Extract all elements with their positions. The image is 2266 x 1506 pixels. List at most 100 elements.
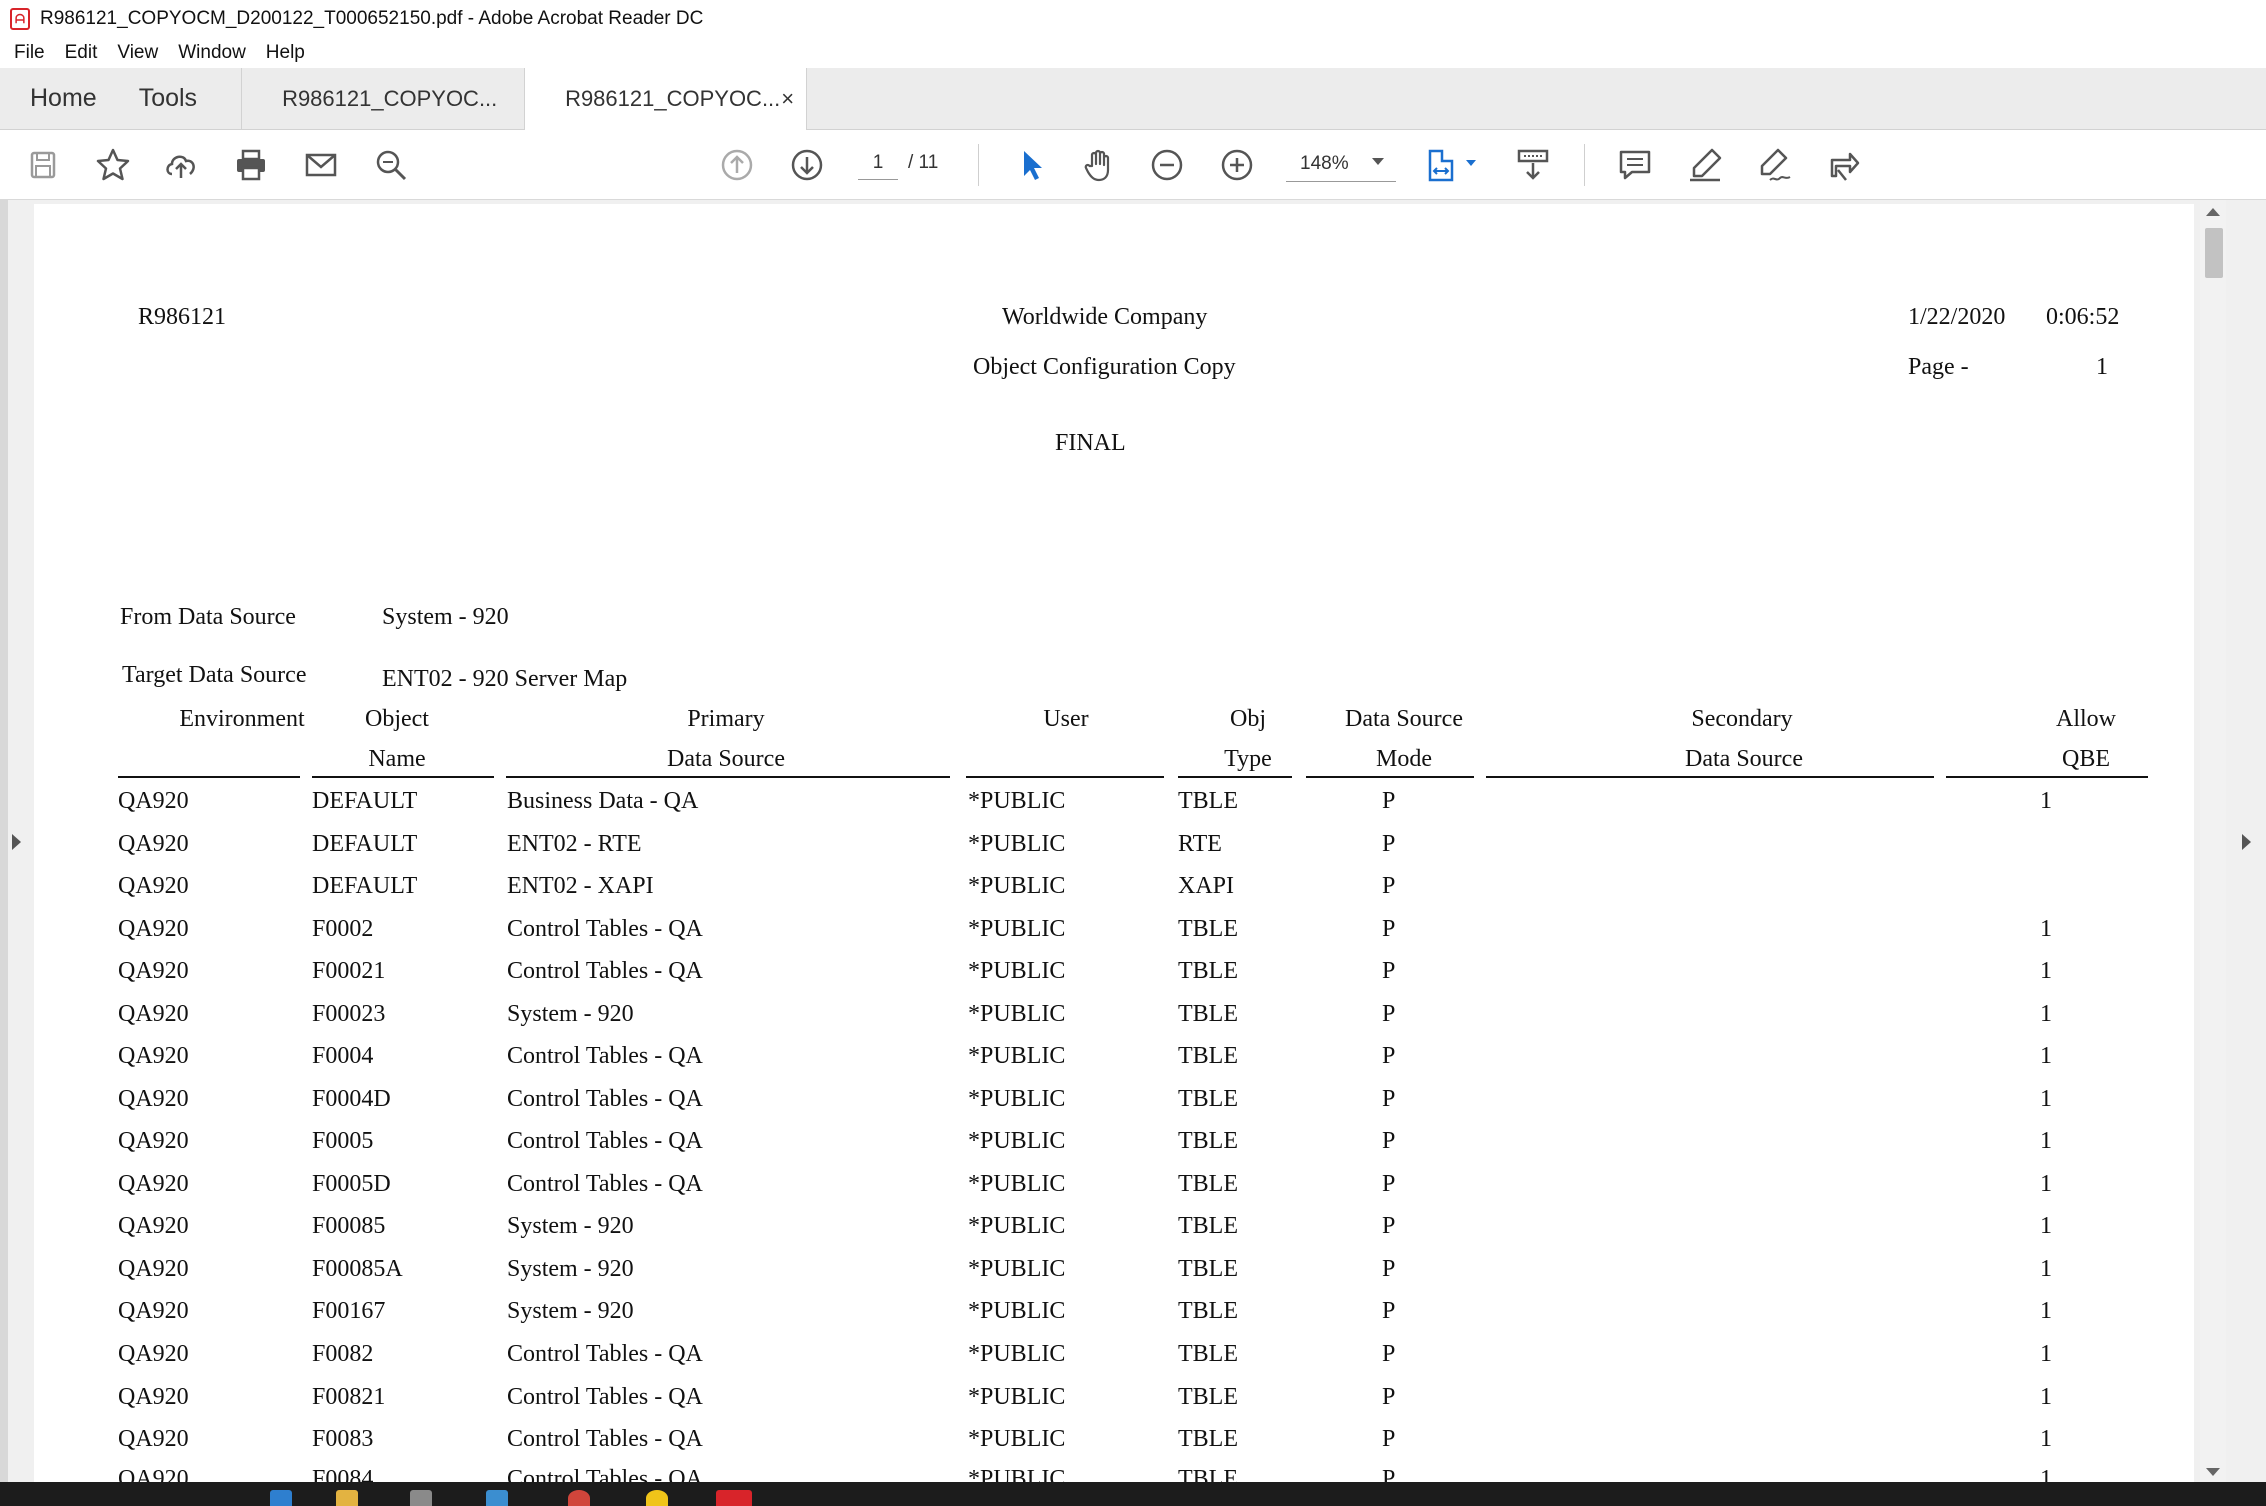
cell-mode: P [1382, 788, 1396, 814]
taskbar-app-icon[interactable] [486, 1490, 508, 1506]
scroll-up-icon[interactable] [2206, 208, 2220, 216]
tab-document-2[interactable]: R986121_COPYOC... × [524, 68, 808, 131]
upload-cloud-icon[interactable] [160, 144, 202, 186]
cell-environment: QA920 [118, 1043, 189, 1069]
expand-right-panel-icon[interactable] [2242, 834, 2251, 850]
scroll-mode-icon[interactable] [1512, 144, 1554, 186]
cell-environment: QA920 [118, 873, 189, 899]
tab-document-1[interactable]: R986121_COPYOC... [241, 68, 524, 129]
cell-obj-type: TBLE [1178, 1384, 1238, 1410]
cell-qbe: 1 [2040, 788, 2052, 814]
header-rule [1306, 776, 1474, 778]
sign-icon[interactable] [1754, 144, 1796, 186]
page-number-input[interactable]: 1 [858, 148, 898, 180]
zoom-in-icon[interactable] [1216, 144, 1258, 186]
expand-left-panel-icon[interactable] [12, 834, 21, 850]
menu-window[interactable]: Window [178, 42, 246, 64]
table-row: QA920 DEFAULT Business Data - QA *PUBLIC… [34, 788, 2194, 830]
tab-home[interactable]: Home [0, 68, 123, 129]
cell-obj-type: TBLE [1178, 1086, 1238, 1112]
menu-bar: File Edit View Window Help [0, 38, 2266, 68]
zoom-level-select[interactable]: 148% [1286, 148, 1396, 182]
header-rule [118, 776, 300, 778]
page-up-icon[interactable] [716, 144, 758, 186]
column-header-mode: Mode [1376, 746, 1432, 772]
left-panel-rail[interactable] [0, 200, 8, 1482]
close-tab-icon[interactable]: × [781, 86, 794, 112]
cell-qbe: 1 [2040, 916, 2052, 942]
from-data-source-value: System - 920 [382, 604, 509, 630]
cell-primary-data-source: Control Tables - QA [507, 1128, 703, 1154]
cell-primary-data-source: Business Data - QA [507, 788, 699, 814]
cell-user: *PUBLIC [968, 1086, 1066, 1112]
star-icon[interactable] [92, 144, 134, 186]
cell-environment: QA920 [118, 1128, 189, 1154]
table-row: QA920 F00085A System - 920 *PUBLIC TBLE … [34, 1256, 2194, 1298]
cell-user: *PUBLIC [968, 831, 1066, 857]
cell-environment: QA920 [118, 1086, 189, 1112]
cell-object-name: F00167 [312, 1298, 386, 1324]
menu-edit[interactable]: Edit [65, 42, 98, 64]
folder-icon[interactable] [336, 1490, 358, 1506]
cell-qbe: 1 [2040, 1341, 2052, 1367]
cell-user: *PUBLIC [968, 788, 1066, 814]
table-row: QA920 F00085 System - 920 *PUBLIC TBLE P… [34, 1213, 2194, 1255]
taskbar-app-icon[interactable] [410, 1490, 432, 1506]
share-icon[interactable] [1822, 144, 1864, 186]
column-header-object: Object [365, 706, 429, 732]
column-header-primary: Primary [687, 706, 765, 732]
cell-object-name: F00821 [312, 1384, 386, 1410]
browser-icon[interactable] [568, 1490, 590, 1506]
vertical-scrollbar[interactable] [2200, 200, 2226, 1482]
cell-object-name: F0082 [312, 1341, 374, 1367]
tab-tools[interactable]: Tools [123, 68, 241, 129]
page-total: / 11 [908, 152, 939, 173]
table-row: QA920 F0005D Control Tables - QA *PUBLIC… [34, 1171, 2194, 1213]
taskbar-app-icon[interactable] [646, 1490, 668, 1506]
cell-primary-data-source: System - 920 [507, 1298, 634, 1324]
menu-file[interactable]: File [14, 42, 45, 64]
from-data-source-label: From Data Source [120, 604, 296, 630]
cell-object-name: F0002 [312, 916, 374, 942]
fit-page-icon[interactable] [1420, 144, 1462, 186]
highlight-icon[interactable] [1684, 144, 1726, 186]
comment-icon[interactable] [1614, 144, 1656, 186]
cell-primary-data-source: Control Tables - QA [507, 916, 703, 942]
cell-primary-data-source: Control Tables - QA [507, 1426, 703, 1452]
cell-environment: QA920 [118, 1341, 189, 1367]
target-data-source-label: Target Data Source [122, 662, 307, 688]
header-rule [1946, 776, 2148, 778]
page-down-icon[interactable] [786, 144, 828, 186]
table-row: QA920 F0004 Control Tables - QA *PUBLIC … [34, 1043, 2194, 1085]
cell-user: *PUBLIC [968, 1384, 1066, 1410]
table-row: QA920 F0002 Control Tables - QA *PUBLIC … [34, 916, 2194, 958]
menu-view[interactable]: View [117, 42, 158, 64]
cell-environment: QA920 [118, 1256, 189, 1282]
cell-obj-type: TBLE [1178, 1128, 1238, 1154]
taskbar-app-icon[interactable] [270, 1490, 292, 1506]
cell-primary-data-source: Control Tables - QA [507, 958, 703, 984]
acrobat-taskbar-icon[interactable] [716, 1490, 752, 1506]
cell-mode: P [1382, 1426, 1396, 1452]
cell-object-name: F00085A [312, 1256, 403, 1282]
cell-environment: QA920 [118, 1171, 189, 1197]
title-bar: ᗩ R986121_COPYOCM_D200122_T000652150.pdf… [0, 0, 2266, 38]
cell-qbe: 1 [2040, 1128, 2052, 1154]
print-icon[interactable] [230, 144, 272, 186]
select-arrow-icon[interactable] [1010, 144, 1052, 186]
hand-tool-icon[interactable] [1078, 144, 1120, 186]
menu-help[interactable]: Help [266, 42, 305, 64]
search-zoom-icon[interactable] [370, 144, 412, 186]
cell-user: *PUBLIC [968, 1426, 1066, 1452]
zoom-out-icon[interactable] [1146, 144, 1188, 186]
cell-mode: P [1382, 1086, 1396, 1112]
scrollbar-thumb[interactable] [2205, 228, 2223, 278]
chevron-down-icon[interactable] [1372, 158, 1384, 165]
column-header-primary-data-source: Data Source [667, 746, 785, 772]
report-title: Object Configuration Copy [973, 354, 1236, 380]
scroll-down-icon[interactable] [2206, 1468, 2220, 1476]
mail-icon[interactable] [300, 144, 342, 186]
save-icon[interactable] [22, 144, 64, 186]
cell-primary-data-source: Control Tables - QA [507, 1086, 703, 1112]
fit-page-dropdown-icon[interactable] [1466, 160, 1476, 166]
